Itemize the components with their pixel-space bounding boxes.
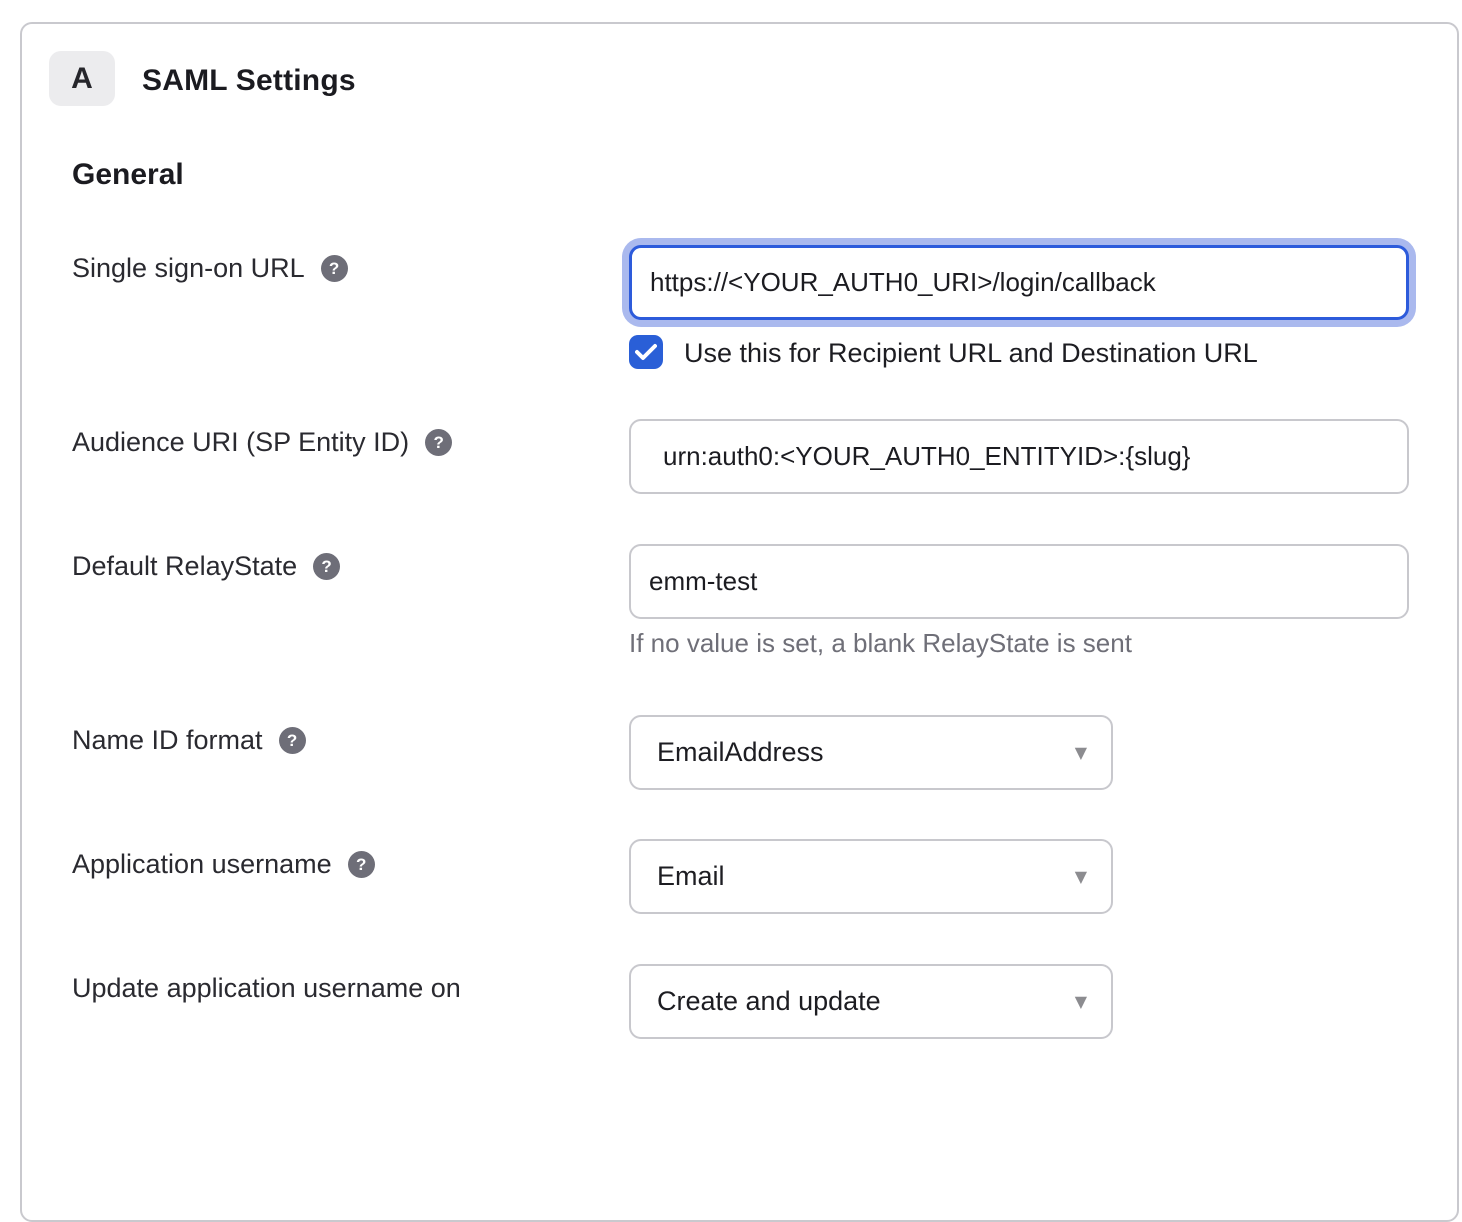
default-relaystate-label: Default RelayState ? bbox=[72, 551, 340, 582]
recipient-url-checkbox-label[interactable]: Use this for Recipient URL and Destinati… bbox=[684, 338, 1258, 369]
checkmark-icon bbox=[635, 343, 657, 361]
chevron-down-icon: ▼ bbox=[1075, 992, 1087, 1011]
name-id-format-select[interactable]: EmailAddress ▼ bbox=[629, 715, 1113, 790]
help-icon[interactable]: ? bbox=[313, 553, 340, 580]
default-relaystate-input[interactable] bbox=[629, 544, 1409, 619]
update-application-username-select[interactable]: Create and update ▼ bbox=[629, 964, 1113, 1039]
help-icon[interactable]: ? bbox=[321, 255, 348, 282]
page-title: SAML Settings bbox=[142, 64, 356, 98]
section-badge-letter: A bbox=[71, 62, 93, 96]
application-username-label: Application username ? bbox=[72, 849, 375, 880]
general-section-title: General bbox=[72, 158, 184, 192]
single-sign-on-url-label: Single sign-on URL ? bbox=[72, 253, 348, 284]
update-application-username-value: Create and update bbox=[657, 986, 1075, 1017]
single-sign-on-url-input[interactable] bbox=[629, 245, 1409, 320]
name-id-format-label: Name ID format ? bbox=[72, 725, 306, 756]
help-icon[interactable]: ? bbox=[348, 851, 375, 878]
name-id-format-value: EmailAddress bbox=[657, 737, 1075, 768]
chevron-down-icon: ▼ bbox=[1075, 867, 1087, 886]
saml-settings-panel: A SAML Settings General Single sign-on U… bbox=[20, 22, 1459, 1222]
chevron-down-icon: ▼ bbox=[1075, 743, 1087, 762]
recipient-url-checkbox[interactable] bbox=[629, 335, 663, 369]
relaystate-hint: If no value is set, a blank RelayState i… bbox=[629, 628, 1132, 659]
update-application-username-label: Update application username on bbox=[72, 973, 461, 1004]
section-badge: A bbox=[49, 51, 115, 106]
application-username-value: Email bbox=[657, 861, 1075, 892]
help-icon[interactable]: ? bbox=[279, 727, 306, 754]
help-icon[interactable]: ? bbox=[425, 429, 452, 456]
application-username-select[interactable]: Email ▼ bbox=[629, 839, 1113, 914]
audience-uri-label: Audience URI (SP Entity ID) ? bbox=[72, 427, 452, 458]
audience-uri-input[interactable] bbox=[629, 419, 1409, 494]
